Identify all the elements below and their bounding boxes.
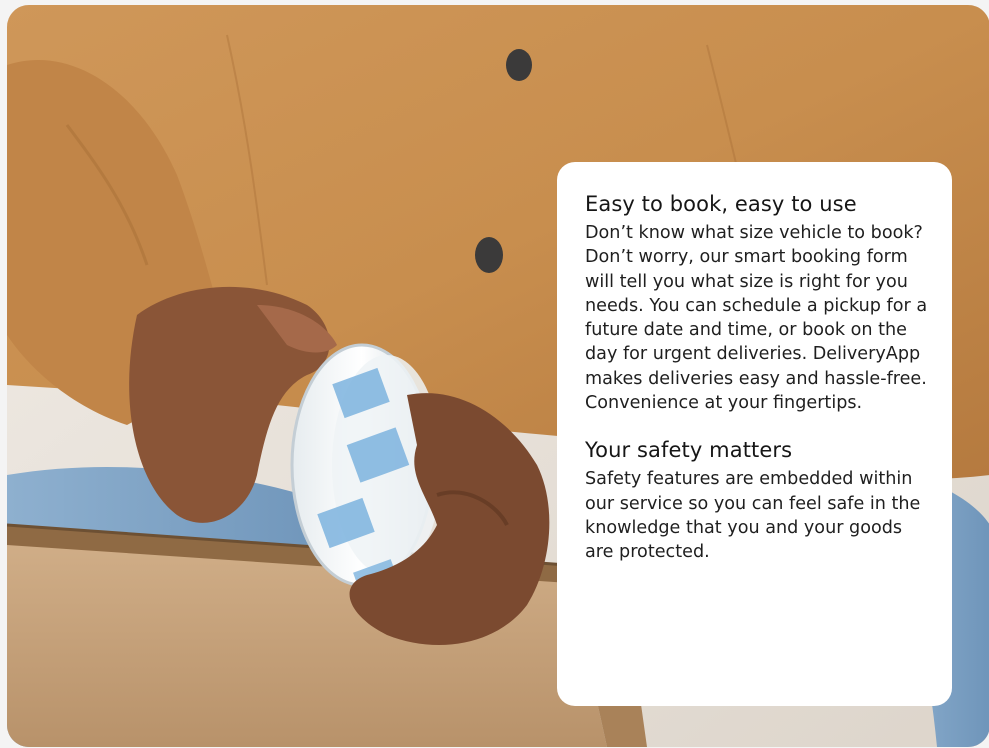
section-body: Don’t know what size vehicle to book? Do… [585,223,928,414]
section-easy-to-book: Easy to book, easy to use Don’t know wha… [585,192,928,415]
section-safety-matters: Your safety matters Safety features are … [585,438,928,564]
info-card: Easy to book, easy to use Don’t know wha… [557,162,952,706]
section-heading: Easy to book, easy to use [585,192,857,216]
section-body: Safety features are embedded within our … [585,469,921,563]
section-heading: Your safety matters [585,438,793,463]
hero-image-panel: Easy to book, easy to use Don’t know wha… [7,5,989,747]
